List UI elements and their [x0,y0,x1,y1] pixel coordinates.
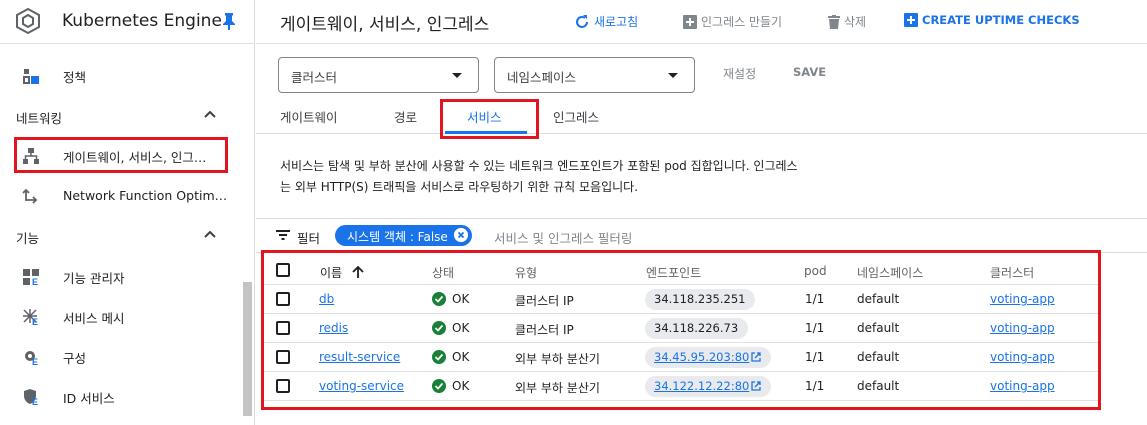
svg-text:E: E [32,357,38,366]
tab-bar: 게이트웨이 경로 서비스 인그레스 [256,100,1147,134]
filter-bar: 필터 시스템 객체 : False 서비스 및 인그레스 필터링 [256,218,1147,253]
config-gear-icon: E [25,351,38,366]
svg-text:E: E [32,397,38,406]
refresh-label: 새로고침 [594,15,639,29]
trash-icon [828,14,840,29]
svg-text:E: E [32,317,38,326]
filter-input-placeholder[interactable]: 서비스 및 인그레스 필터링 [494,228,632,247]
page-description: 서비스는 탐색 및 부하 분산에 사용할 수 있는 네트워크 엔드포인트가 포함… [280,159,798,194]
route-icon [22,188,38,204]
create-ingress-label: 인그레스 만들기 [701,15,783,29]
chevron-up-icon [204,110,216,118]
sidebar-item-identity-service[interactable]: E ID 서비스 [0,377,243,415]
sidebar-item-label: 구성 [63,351,87,366]
close-icon[interactable] [453,228,468,242]
add-box-icon [683,14,697,29]
sidebar-item-service-mesh[interactable]: E 서비스 메시 [0,297,243,335]
annotation-highlight-tab [440,99,539,139]
chevron-up-icon [204,230,216,238]
sidebar-section-networking[interactable]: 네트워킹 [0,98,243,134]
section-label: 기능 [16,231,40,246]
sidebar: Kubernetes Engine 정책 네트워킹 게이트웨이, 서비스, 인그… [0,0,255,425]
sidebar-section-features[interactable]: 기능 [0,218,243,254]
cluster-select[interactable]: 클러스터 [278,57,479,93]
svg-text:E: E [32,277,38,286]
sidebar-item-label: 기능 관리자 [63,271,125,286]
sidebar-item-network-function-optimizer[interactable]: Network Function Optimizer [0,177,243,215]
policy-icon [23,69,39,84]
delete-button[interactable]: 삭제 [828,13,866,30]
add-box-icon [904,13,918,27]
product-title: Kubernetes Engine [62,11,222,31]
service-mesh-icon: E [23,309,38,326]
page-title: 게이트웨이, 서비스, 인그레스 [280,15,490,35]
pin-icon[interactable] [222,12,236,30]
sidebar-scrollbar[interactable] [243,282,252,416]
sidebar-item-config[interactable]: E 구성 [0,337,243,375]
page-header: 게이트웨이, 서비스, 인그레스 새로고침 인그레스 만들기 삭제 CREATE… [256,0,1147,44]
cluster-select-value: 클러스터 [291,70,338,85]
annotation-highlight-table [261,250,1101,410]
reset-button[interactable]: 재설정 [723,65,756,82]
namespace-select-value: 네임스페이스 [507,70,577,85]
annotation-highlight-sidebar [14,137,228,173]
section-label: 네트워킹 [16,111,63,126]
sidebar-item-label: 정책 [63,70,87,85]
feature-manager-icon: E [23,269,39,286]
sidebar-item-label: ID 서비스 [63,391,115,406]
sidebar-item-label: Network Function Optimizer [63,188,228,203]
filter-icon [276,230,290,240]
sidebar-item-feature-manager[interactable]: E 기능 관리자 [0,257,243,295]
tab-ingress[interactable]: 인그레스 [553,107,599,126]
create-uptime-checks-label: CREATE UPTIME CHECKS [922,13,1080,27]
namespace-select[interactable]: 네임스페이스 [494,57,695,93]
dropdown-arrow-icon [452,73,462,78]
tab-gateway[interactable]: 게이트웨이 [280,107,338,126]
delete-label: 삭제 [844,15,867,29]
sidebar-header: Kubernetes Engine [0,0,255,44]
sidebar-item-policy[interactable]: 정책 [0,56,243,94]
chip-label: 시스템 객체 : False [347,230,448,244]
save-button[interactable]: SAVE [793,65,826,79]
tab-routes[interactable]: 경로 [394,107,417,126]
kubernetes-engine-logo-icon [16,7,40,35]
create-uptime-checks-button[interactable]: CREATE UPTIME CHECKS [904,13,1080,27]
system-objects-filter-chip[interactable]: 시스템 객체 : False [335,225,472,246]
refresh-icon [576,14,588,28]
refresh-button[interactable]: 새로고침 [574,13,638,30]
filter-label: 필터 [297,231,321,246]
dropdown-arrow-icon [668,73,678,78]
sidebar-item-label: 서비스 메시 [63,311,125,326]
create-ingress-button[interactable]: 인그레스 만들기 [683,13,782,30]
shield-icon: E [24,389,38,406]
